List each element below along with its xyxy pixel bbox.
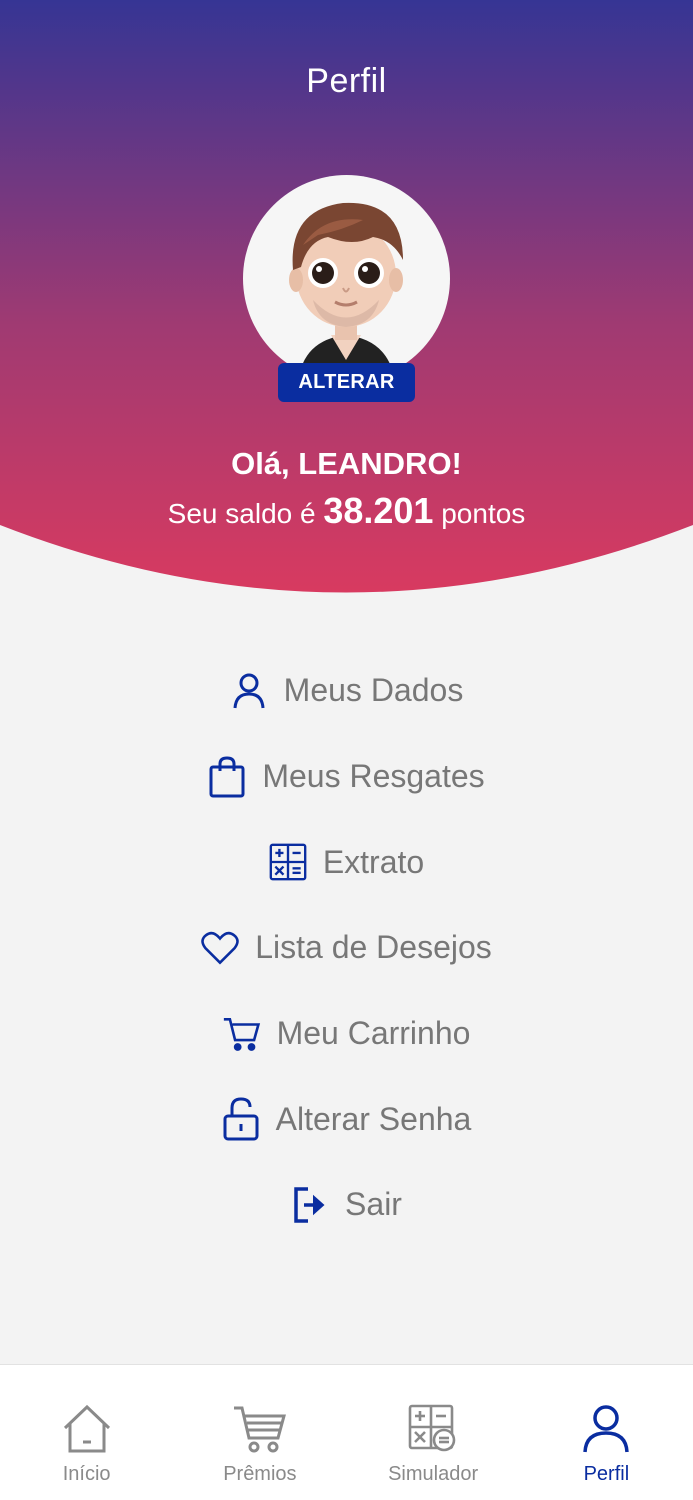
balance-prefix: Seu saldo é [167,498,316,529]
nav-item-label: Perfil [583,1463,630,1485]
menu-item-lista-de-desejos[interactable]: Lista de Desejos [0,905,693,991]
menu-item-meu-carrinho[interactable]: Meu Carrinho [0,991,693,1077]
page-title: Perfil [306,62,387,100]
nav-item-simulador[interactable]: Simulador [347,1365,520,1500]
shopping-bag-icon [208,756,246,798]
menu-item-extrato[interactable]: Extrato [0,819,693,905]
change-avatar-button[interactable]: ALTERAR [278,363,415,402]
menu-item-meus-resgates[interactable]: Meus Resgates [0,734,693,820]
nav-item-perfil[interactable]: Perfil [520,1365,693,1500]
nav-item-label: Prêmios [223,1463,297,1485]
bottom-navigation: Início Prêmios Simulador Perfil [0,1364,693,1500]
unlock-icon [222,1097,260,1141]
greeting-text: Olá, LEANDRO! [231,446,462,481]
menu-item-label: Meu Carrinho [276,1015,471,1052]
avatar [243,175,450,382]
menu-item-alterar-senha[interactable]: Alterar Senha [0,1076,693,1162]
avatar-illustration [289,202,403,382]
menu-item-label: Alterar Senha [275,1100,472,1137]
nav-item-inicio[interactable]: Início [0,1365,173,1500]
profile-header: Perfil ALTERAR Olá, LEANDRO! Seu saldo é… [0,0,693,600]
calculator-icon [269,841,307,883]
menu-item-meus-dados[interactable]: Meus Dados [0,648,693,734]
home-icon [59,1401,115,1457]
profile-menu: Meus Dados Meus Resgates Extrato Lista d… [0,648,693,1248]
menu-item-label: Meus Resgates [262,758,485,795]
nav-item-premios[interactable]: Prêmios [173,1365,346,1500]
logout-icon [291,1184,329,1226]
nav-item-label: Simulador [388,1463,479,1485]
balance-points: 38.201 [323,490,434,531]
calculator-icon [405,1401,461,1457]
user-icon [578,1401,634,1457]
cart-icon [232,1401,288,1457]
heart-icon [201,927,239,969]
menu-item-label: Meus Dados [283,672,464,709]
balance-text: Seu saldo é 38.201 pontos [0,490,693,532]
menu-item-sair[interactable]: Sair [0,1162,693,1248]
balance-suffix: pontos [441,498,526,529]
menu-item-label: Sair [345,1186,402,1223]
nav-item-label: Início [62,1463,111,1485]
menu-item-label: Lista de Desejos [255,929,492,966]
cart-icon [223,1013,261,1055]
menu-item-label: Extrato [322,843,425,880]
user-icon [230,670,268,712]
